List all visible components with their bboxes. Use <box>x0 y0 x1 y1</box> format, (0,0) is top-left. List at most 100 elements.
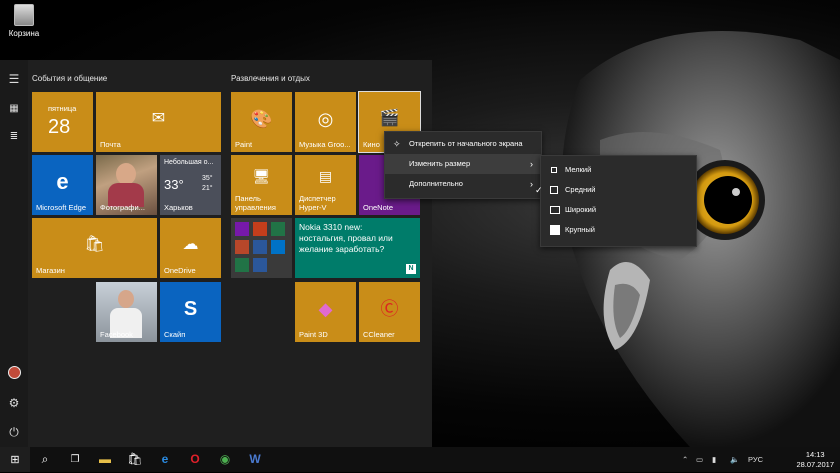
powerpoint-mini-icon <box>235 240 249 254</box>
tile-label: Facebook <box>100 330 133 339</box>
size-option-small[interactable]: Мелкий <box>541 160 696 180</box>
tile-label: Скайп <box>164 330 186 339</box>
store-taskbar-icon[interactable]: 🛍 <box>120 447 150 472</box>
calendar-day-number: 28 <box>48 116 71 138</box>
resize-submenu: Мелкий ✓ Средний Широкий Крупный <box>535 155 697 247</box>
ccleaner-icon: Ⓒ <box>380 299 399 319</box>
calendar-day-name: пятница <box>48 104 77 113</box>
edge-taskbar-icon[interactable]: e <box>150 447 180 472</box>
tile-paint[interactable]: 🎨 Paint <box>231 92 292 152</box>
hamburger-menu-icon[interactable]: ☰ <box>7 72 21 86</box>
tile-store[interactable]: 🛍 Магазин <box>32 218 157 278</box>
excel-mini-icon <box>271 222 285 236</box>
group-title-entertainment: Развлечения и отдых <box>231 74 310 83</box>
small-size-icon <box>551 167 557 173</box>
music-disc-icon: ◎ <box>317 109 334 129</box>
cloud-icon: ☁ <box>182 236 199 253</box>
tile-groove[interactable]: ◎ Музыка Groo... <box>295 92 356 152</box>
news-headline: Nokia 3310 new: ностальгия, провал или ж… <box>299 222 393 254</box>
tile-facebook[interactable]: Facebook <box>96 282 157 342</box>
tray-up-arrow-icon[interactable]: ⌃ <box>682 447 688 472</box>
tile-label: Магазин <box>36 266 65 275</box>
wide-size-icon <box>550 206 560 214</box>
tile-context-menu: ✧ Открепить от начального экрана Изменит… <box>384 131 542 199</box>
access-mini-icon <box>253 222 267 236</box>
taskbar: ⊞ ⌕ ❐ ▬ 🛍 e O ◉ W ⌃ ▭ ▮ 🔈 РУС 14:13 28.0… <box>0 447 840 472</box>
menu-item-resize[interactable]: Изменить размер › <box>385 154 541 174</box>
clock-date: 28.07.2017 <box>796 460 834 469</box>
clock-time: 14:13 <box>805 450 825 459</box>
recycle-bin[interactable]: Корзина <box>6 4 42 38</box>
chrome-taskbar-icon[interactable]: ◉ <box>210 447 240 472</box>
clock[interactable]: 14:13 28.07.2017 <box>796 450 834 470</box>
tile-label: CCleaner <box>363 330 395 339</box>
clapperboard-icon: 🎬 <box>379 110 400 127</box>
tile-control-panel[interactable]: 🖥 Панель управления <box>231 155 292 215</box>
volume-icon[interactable]: 🔈 <box>730 447 739 472</box>
tile-label: Paint <box>235 140 253 149</box>
edge-icon: e <box>56 169 69 194</box>
tile-label: Почта <box>100 140 121 149</box>
tile-skype[interactable]: S Скайп <box>160 282 221 342</box>
outlook-mini-icon <box>271 240 285 254</box>
opera-taskbar-icon[interactable]: O <box>180 447 210 472</box>
tile-office-folder[interactable] <box>231 218 292 278</box>
tile-label: Фотографи... <box>100 203 145 212</box>
file-explorer-icon[interactable]: ▬ <box>90 447 120 472</box>
start-rail: ☰ ▦ ≣ ⚙ ⏻ <box>0 60 28 447</box>
user-avatar[interactable] <box>7 366 21 380</box>
control-panel-icon: 🖥 <box>252 168 271 184</box>
store-bag-icon: 🛍 <box>84 236 105 253</box>
tile-ccleaner[interactable]: Ⓒ CCleaner <box>359 282 420 342</box>
windows-logo-icon: ⊞ <box>10 454 20 466</box>
menu-item-more[interactable]: Дополнительно › <box>385 174 541 194</box>
recycle-bin-label: Корзина <box>8 29 40 38</box>
word-mini-icon <box>253 240 267 254</box>
size-option-wide[interactable]: Широкий <box>541 200 696 220</box>
battery-icon[interactable]: ▮ <box>712 447 716 472</box>
tile-label: OneNote <box>363 203 394 212</box>
chevron-right-icon: › <box>530 159 533 169</box>
tile-paint3d[interactable]: ◆ Paint 3D <box>295 282 356 342</box>
tile-mail[interactable]: ✉ Почта <box>96 92 221 152</box>
tile-news[interactable]: Nokia 3310 new: ностальгия, провал или ж… <box>295 218 420 278</box>
word-taskbar-icon[interactable]: W <box>240 447 270 472</box>
tile-label: Microsoft Edge <box>36 203 87 212</box>
menu-item-unpin[interactable]: ✧ Открепить от начального экрана <box>385 134 541 154</box>
photo-face-image <box>116 163 136 185</box>
network-icon[interactable]: ▭ <box>696 447 703 472</box>
power-icon[interactable]: ⏻ <box>7 425 21 439</box>
tile-edge[interactable]: e Microsoft Edge <box>32 155 93 215</box>
tile-calendar[interactable]: пятница 28 <box>32 92 93 152</box>
chevron-right-icon: › <box>530 179 533 189</box>
start-menu: ☰ ▦ ≣ ⚙ ⏻ События и общение Развлечения … <box>0 60 432 447</box>
start-button[interactable]: ⊞ <box>0 447 30 472</box>
tile-photos[interactable]: Фотографи... <box>96 155 157 215</box>
task-view-icon[interactable]: ❐ <box>60 447 90 472</box>
tile-hyperv[interactable]: ▤ Диспетчер Hyper-V <box>295 155 356 215</box>
menu-item-label: Изменить размер <box>409 159 471 168</box>
tile-weather[interactable]: Небольшая о... 33° 35° 21° Харьков <box>160 155 221 215</box>
palette-icon: 🎨 <box>250 109 273 129</box>
size-option-large[interactable]: Крупный <box>541 220 696 240</box>
all-apps-icon[interactable]: ≣ <box>7 130 21 144</box>
news-app-icon: N <box>406 264 416 274</box>
checkmark-icon: ✓ <box>535 185 543 195</box>
language-indicator[interactable]: РУС <box>748 447 763 472</box>
search-icon[interactable]: ⌕ <box>30 447 60 472</box>
menu-item-label: Широкий <box>565 205 597 214</box>
menu-item-label: Средний <box>565 185 596 194</box>
recycle-bin-icon <box>14 4 34 26</box>
skype-icon: S <box>183 298 198 320</box>
weather-high: 35° <box>202 175 213 182</box>
facebook-face-image <box>118 290 134 308</box>
tiles-view-icon[interactable]: ▦ <box>7 102 21 116</box>
weather-city: Харьков <box>164 203 193 212</box>
tile-onedrive[interactable]: ☁ OneDrive <box>160 218 221 278</box>
tile-label: OneDrive <box>164 266 196 275</box>
menu-item-label: Мелкий <box>565 165 592 174</box>
settings-gear-icon[interactable]: ⚙ <box>7 396 21 410</box>
size-option-medium[interactable]: ✓ Средний <box>535 180 696 200</box>
large-size-icon <box>550 225 560 235</box>
publisher-mini-icon <box>253 258 267 272</box>
